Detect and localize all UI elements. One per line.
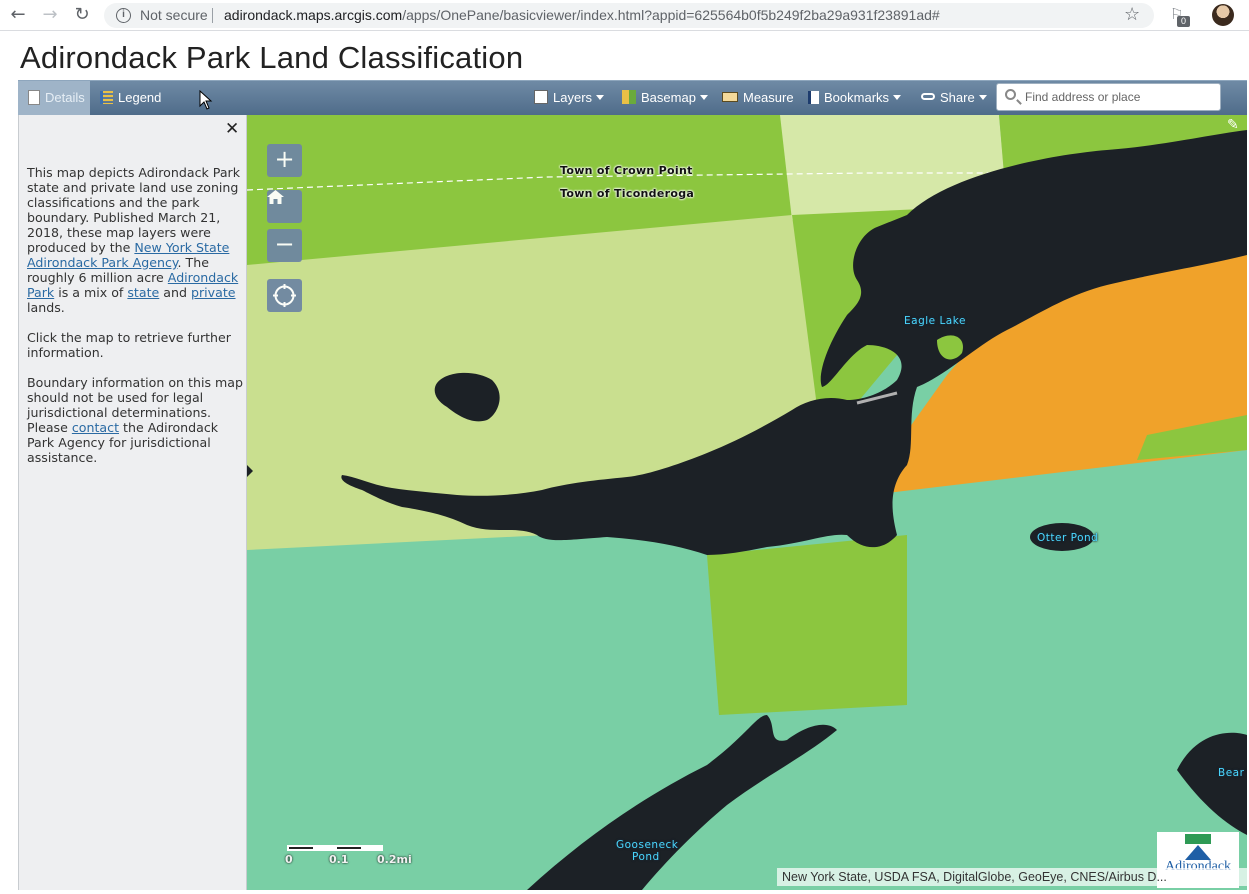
details-panel: ✕ This map depicts Adirondack Park state… xyxy=(18,115,247,890)
ruler-icon xyxy=(722,92,738,102)
url-domain: adirondack.maps.arcgis.com xyxy=(224,7,403,23)
chevron-down-icon xyxy=(893,95,902,100)
map-canvas[interactable] xyxy=(247,115,1247,890)
locate-button[interactable] xyxy=(267,279,302,312)
scale-label-0: 0 xyxy=(285,853,293,866)
reload-icon[interactable]: ↻ xyxy=(70,4,94,26)
locate-icon xyxy=(273,284,296,307)
measure-label: Measure xyxy=(743,90,794,105)
url-path: /apps/OnePane/basicviewer/index.html?app… xyxy=(402,7,940,23)
bookmarks-label: Bookmarks xyxy=(824,90,890,105)
link-icon xyxy=(921,93,935,100)
panel-description: This map depicts Adirondack Park state a… xyxy=(27,165,243,480)
tab-details-label: Details xyxy=(45,90,85,105)
home-icon xyxy=(267,190,284,204)
scale-label-1: 0.1 xyxy=(329,853,349,866)
url-text[interactable]: adirondack.maps.arcgis.com/apps/OnePane/… xyxy=(224,7,940,23)
address-bar[interactable]: i Not secure adirondack.maps.arcgis.com/… xyxy=(104,3,1154,28)
chevron-down-icon xyxy=(978,95,987,100)
label-eagle-lake: Eagle Lake xyxy=(904,315,966,327)
legend-icon xyxy=(100,91,113,104)
url-separator xyxy=(212,8,213,23)
tab-legend[interactable]: Legend xyxy=(100,88,161,108)
layers-label: Layers xyxy=(553,90,593,105)
edit-icon[interactable]: ✎ xyxy=(1227,117,1243,133)
description-text: is a mix of xyxy=(54,285,128,300)
contact-link[interactable]: contact xyxy=(72,420,119,435)
map-view[interactable]: Town of Crown Point Town of Ticonderoga … xyxy=(247,115,1247,890)
chevron-down-icon xyxy=(699,95,708,100)
scale-bar-graphic xyxy=(287,845,383,851)
state-link[interactable]: state xyxy=(127,285,159,300)
description-text: and xyxy=(159,285,191,300)
search-box xyxy=(996,83,1221,111)
search-icon[interactable] xyxy=(1005,89,1016,100)
mouse-cursor-icon xyxy=(199,90,213,110)
label-gooseneck: Gooseneck xyxy=(616,839,679,851)
description-text: lands. xyxy=(27,300,65,315)
description-paragraph: This map depicts Adirondack Park state a… xyxy=(27,165,243,315)
search-input[interactable] xyxy=(1025,88,1215,106)
zoom-out-button[interactable]: − xyxy=(267,229,302,262)
disclaimer-paragraph: Boundary information on this map should … xyxy=(27,375,243,465)
info-icon[interactable]: i xyxy=(116,8,131,23)
map-attribution: New York State, USDA FSA, DigitalGlobe, … xyxy=(777,868,1247,886)
basemap-label: Basemap xyxy=(641,90,696,105)
browser-toolbar: ← → ↻ i Not secure adirondack.maps.arcgi… xyxy=(0,0,1249,31)
label-pond: Pond xyxy=(632,851,660,863)
bookmark-star-icon[interactable]: ☆ xyxy=(1124,4,1140,25)
layers-button[interactable]: Layers xyxy=(534,88,605,108)
private-link[interactable]: private xyxy=(191,285,236,300)
measure-button[interactable]: Measure xyxy=(722,88,794,108)
home-button[interactable] xyxy=(267,190,302,223)
label-bear: Bear xyxy=(1218,767,1245,779)
share-label: Share xyxy=(940,90,975,105)
avatar[interactable] xyxy=(1212,4,1234,26)
tab-details[interactable]: Details xyxy=(18,81,90,115)
document-icon xyxy=(28,90,40,105)
label-otter-pond: Otter Pond xyxy=(1037,532,1099,544)
logo-mark xyxy=(1185,834,1211,860)
security-label: Not secure xyxy=(140,7,208,23)
town-label-ticonderoga: Town of Ticonderoga xyxy=(560,187,695,200)
layers-icon xyxy=(534,90,548,104)
green-zone xyxy=(707,535,907,715)
bookmark-icon xyxy=(808,91,819,104)
share-button[interactable]: Share xyxy=(921,88,987,108)
town-label-crown-point: Town of Crown Point xyxy=(560,164,693,177)
scale-label-2: 0.2mi xyxy=(377,853,412,866)
chevron-down-icon xyxy=(596,95,605,100)
tab-legend-label: Legend xyxy=(118,90,162,105)
bookmarks-button[interactable]: Bookmarks xyxy=(808,88,902,108)
basemap-icon xyxy=(622,90,636,104)
zoom-in-button[interactable]: + xyxy=(267,144,302,177)
page-title: Adirondack Park Land Classification xyxy=(20,40,524,75)
arrow-right-icon[interactable]: → xyxy=(38,4,62,26)
basemap-button[interactable]: Basemap xyxy=(622,88,708,108)
close-icon[interactable]: ✕ xyxy=(225,119,239,139)
arrow-left-icon[interactable]: ← xyxy=(6,4,30,26)
click-info-paragraph: Click the map to retrieve further inform… xyxy=(27,330,231,360)
extension-badge: 0 xyxy=(1177,16,1190,27)
